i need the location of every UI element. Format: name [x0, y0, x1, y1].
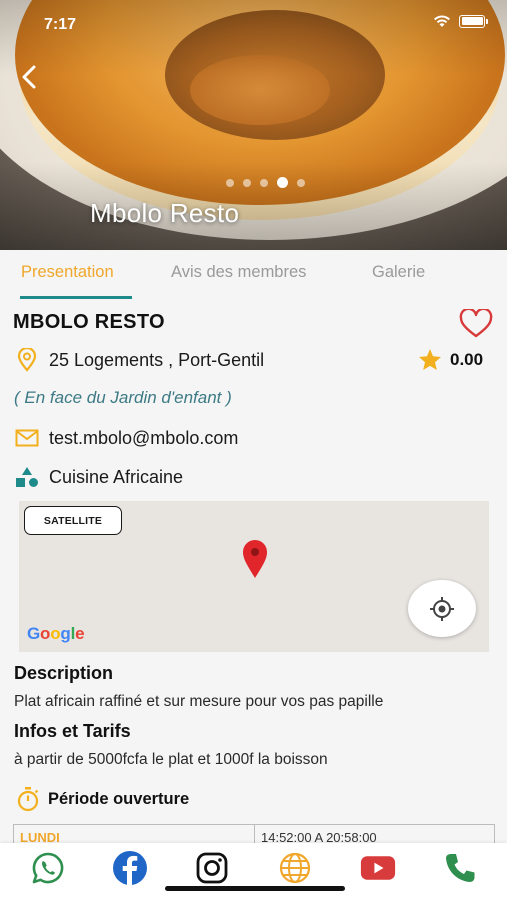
shapes-category-icon: [14, 464, 40, 490]
wifi-icon: [434, 15, 450, 27]
tab-presentation[interactable]: Presentation: [21, 263, 114, 282]
facebook-button[interactable]: [112, 850, 148, 886]
favorite-heart-icon[interactable]: [459, 309, 493, 339]
battery-icon: [459, 14, 488, 28]
address-text: 25 Logements , Port-Gentil: [49, 349, 265, 370]
social-bottom-bar: [0, 843, 507, 900]
hero-title: Mbolo Resto: [90, 198, 240, 228]
status-time: 7:17: [44, 16, 77, 33]
chevron-left-icon: [22, 65, 36, 89]
address-row: 25 Logements , Port-Gentil: [14, 347, 264, 373]
home-indicator: [165, 886, 345, 891]
tarifs-text: à partir de 5000fcfa le plat et 1000f la…: [14, 751, 328, 768]
location-pin-icon: [14, 347, 40, 373]
google-logo: Google: [27, 624, 85, 643]
tarifs-title: Infos et Tarifs: [14, 721, 131, 741]
facebook-icon: [113, 851, 147, 885]
map-marker-icon[interactable]: [241, 539, 269, 579]
tab-galerie[interactable]: Galerie: [372, 263, 425, 282]
cuisine-row: Cuisine Africaine: [14, 464, 183, 490]
tab-avis-membres[interactable]: Avis des membres: [171, 263, 306, 282]
carousel-dots: [226, 177, 305, 188]
star-icon: [419, 349, 441, 370]
crosshair-icon: [430, 596, 454, 621]
my-location-button[interactable]: [408, 580, 476, 637]
tab-bar: Presentation Avis des membres Galerie: [0, 250, 507, 300]
map-view[interactable]: SATELLITE Google: [19, 501, 489, 652]
description-title: Description: [14, 663, 114, 683]
stopwatch-icon: [17, 787, 39, 812]
email-text[interactable]: test.mbolo@mbolo.com: [49, 428, 238, 449]
status-icons: [433, 14, 488, 28]
instagram-button[interactable]: [194, 850, 230, 886]
presentation-panel: MBOLO RESTO 25 Logements , Port-Gentil 0…: [0, 300, 507, 848]
phone-button[interactable]: [442, 850, 478, 886]
rating: 0.00: [418, 348, 483, 371]
carousel-dot-active[interactable]: [277, 177, 288, 188]
website-button[interactable]: [277, 850, 313, 886]
opening-period-title: Période ouverture: [48, 789, 190, 808]
satellite-toggle-button[interactable]: SATELLITE: [24, 506, 122, 535]
back-button[interactable]: [14, 62, 44, 92]
whatsapp-button[interactable]: [30, 850, 66, 886]
youtube-icon: [360, 856, 396, 880]
carousel-dot[interactable]: [226, 178, 234, 187]
carousel-dot[interactable]: [243, 178, 251, 187]
mail-icon: [14, 425, 40, 451]
cuisine-text: Cuisine Africaine: [49, 466, 184, 487]
carousel-dot[interactable]: [297, 178, 305, 187]
restaurant-name: MBOLO RESTO: [13, 311, 165, 333]
carousel-dot[interactable]: [260, 178, 268, 187]
opening-period-header: Période ouverture: [16, 786, 189, 812]
description-text: Plat africain raffiné et sur mesure pour…: [14, 693, 384, 710]
email-row[interactable]: test.mbolo@mbolo.com: [14, 425, 238, 451]
youtube-button[interactable]: [360, 850, 396, 886]
phone-icon: [446, 854, 475, 882]
tab-indicator: [20, 296, 132, 299]
globe-icon: [279, 852, 311, 884]
rating-value: 0.00: [450, 349, 484, 369]
instagram-icon: [196, 852, 228, 884]
whatsapp-icon: [32, 852, 64, 884]
hero-image[interactable]: 7:17 Mbolo Resto: [0, 0, 507, 250]
landmark-text: ( En face du Jardin d'enfant ): [14, 388, 232, 407]
